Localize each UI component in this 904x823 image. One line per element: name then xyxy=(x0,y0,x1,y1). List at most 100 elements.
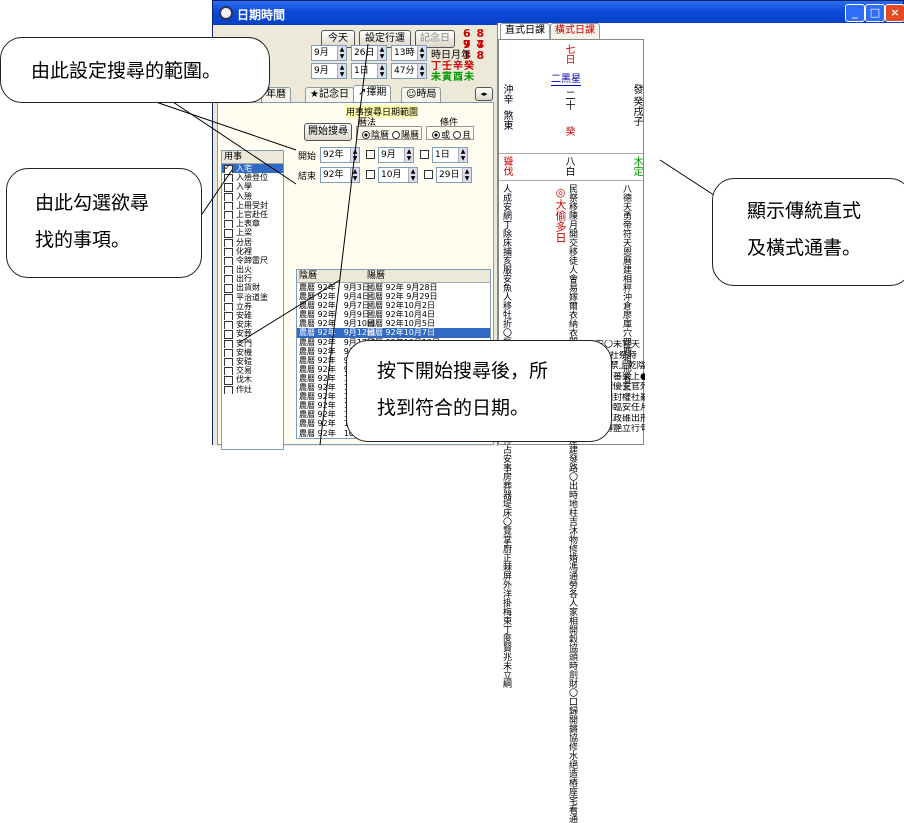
solar-radio[interactable] xyxy=(392,131,401,139)
almanac-fa: 發 xyxy=(631,84,642,94)
event-item[interactable]: 安磑 xyxy=(222,357,283,367)
event-item[interactable]: 平治道塗 xyxy=(222,293,283,302)
event-item[interactable]: 上梁 xyxy=(222,228,283,238)
start-day-spinner[interactable]: 1日 ▲ ▼ xyxy=(432,147,468,163)
event-item[interactable]: 安碓 xyxy=(222,311,283,321)
lunar-day-spinner[interactable]: 1日 ▲ ▼ xyxy=(351,63,387,79)
callout-events: 由此勾選欲尋 找的事項。 xyxy=(6,168,202,278)
minimize-button[interactable]: _ xyxy=(845,4,865,22)
event-item[interactable]: 上冊受封 xyxy=(222,201,283,210)
result-row[interactable]: 農曆 92年 9月3日 國曆 92年 9月28日 xyxy=(297,283,490,292)
result-lunar-date: 農曆 92年 9月12日 xyxy=(299,328,375,338)
end-day-checkbox[interactable] xyxy=(424,170,433,179)
event-item[interactable]: 交易 xyxy=(222,366,283,376)
tab-memo-day[interactable]: ★記念日 xyxy=(305,87,354,103)
end-month-checkbox[interactable] xyxy=(366,170,375,179)
search-range-heading: 用事搜尋日期範圍 xyxy=(346,105,419,118)
end-day-spinner[interactable]: 29日 ▲ ▼ xyxy=(436,167,472,183)
event-item[interactable]: 出火 xyxy=(222,265,283,275)
result-solar-date: 國曆 92年10月7日 xyxy=(367,328,435,338)
event-list-header: 用事 xyxy=(222,151,283,164)
or-radio[interactable] xyxy=(432,131,440,139)
tab-scroll-arrows[interactable]: ◂▸ xyxy=(475,87,493,101)
condition-group: 或且 xyxy=(426,126,475,141)
end-year-spinner[interactable]: 92年 ▲ ▼ xyxy=(320,167,360,183)
ganzhi-stems: 丁壬辛癸 xyxy=(431,61,475,72)
callout-results: 按下開始搜尋後，所 找到符合的日期。 xyxy=(346,340,612,442)
result-lunar-date: 農曆 92年 9月4日 xyxy=(299,292,370,302)
maximize-button[interactable]: □ xyxy=(865,4,885,22)
end-month-spinner[interactable]: 10月 ▲ ▼ xyxy=(378,167,418,183)
almanac-column-2: ◎大偷多日 xyxy=(554,186,567,243)
start-year-spinner[interactable]: 92年 ▲ ▼ xyxy=(320,147,360,163)
event-item[interactable]: 化裡 xyxy=(222,247,283,256)
lunar-minute-spinner[interactable]: 47分 ▲ ▼ xyxy=(391,63,427,79)
almanac-column-4: 八德天勇帝符天恩曆建相秤沖倉廖庫穴四鹿祖邢容三 xyxy=(621,184,631,391)
callout-range: 由此設定搜尋的範圍。 xyxy=(0,37,270,103)
event-item[interactable]: 入殮登位 xyxy=(222,173,283,183)
event-item[interactable]: 上表章 xyxy=(222,219,283,229)
event-item[interactable]: 出貨財 xyxy=(222,283,283,293)
almanac-row2-mid: 八白 xyxy=(563,156,574,176)
almanac-column-1: 人成安網丁除床捕亥服安魚人移牡折〇柩造御觚破藏起神上造基神占安事房葬器堤床〇覽掌… xyxy=(501,184,511,688)
result-lunar-date: 農曆 92年 9月9日 xyxy=(299,310,370,320)
event-item[interactable]: 入宅 xyxy=(222,164,283,174)
tab-date-selection[interactable]: ↗擇期 xyxy=(353,85,392,103)
result-row[interactable]: 農曆 92年 9月9日 國曆 92年10月4日 xyxy=(297,310,490,319)
result-solar-date: 國曆 92年 9月29日 xyxy=(367,292,438,302)
almanac-divider-2 xyxy=(499,180,643,181)
result-row[interactable]: 農曆 92年 9月4日 國曆 92年 9月29日 xyxy=(297,292,490,301)
almanac-star: 二黑星 xyxy=(551,70,581,86)
callout-almanac: 顯示傳統直式 及橫式通書。 xyxy=(712,178,904,286)
almanac-row2-right: 木定 xyxy=(631,156,642,176)
event-item[interactable]: 入學 xyxy=(222,182,283,192)
lunar-radio[interactable] xyxy=(362,131,370,139)
almanac-divider xyxy=(499,153,643,154)
title-bar[interactable]: 日期時間 _ □ × xyxy=(213,1,904,25)
solar-day-spinner[interactable]: 26日 ▲ ▼ xyxy=(351,45,387,61)
solar-month-spinner[interactable]: 9月 ▲ ▼ xyxy=(311,45,347,61)
start-day-checkbox[interactable] xyxy=(420,150,429,159)
event-item[interactable]: 安機 xyxy=(222,348,283,357)
start-search-button[interactable]: 開始搜尋 xyxy=(304,123,352,141)
event-item[interactable]: 伐木 xyxy=(222,375,283,385)
event-item[interactable]: 令蹄雷尺 xyxy=(222,256,283,266)
close-button[interactable]: × xyxy=(885,4,904,22)
window-title: 日期時間 xyxy=(237,8,286,22)
event-item[interactable]: 出行 xyxy=(222,274,283,284)
event-item[interactable]: 安床 xyxy=(222,320,283,330)
result-row[interactable]: 農曆 92年 9月7日 國曆 92年10月2日 xyxy=(297,301,490,310)
almanac-column-3: 民祭移陳月開交移徒人會易嫁爾衣納衣閣屋合修財會水倉經祿龍屋建發路〇出時地柱吉沐物… xyxy=(567,184,577,823)
time-labels: 時日月年 xyxy=(431,50,471,61)
almanac-day: 七日 xyxy=(563,44,574,64)
ganzhi-branches: 未寅酉未 xyxy=(431,72,475,83)
result-solar-date: 國曆 92年10月4日 xyxy=(367,310,435,320)
almanac-clash: 沖辛 xyxy=(501,84,512,104)
almanac-mid-red: 癸 xyxy=(563,126,574,136)
event-item[interactable]: 上官赴任 xyxy=(222,210,283,220)
event-item[interactable]: 安葬 xyxy=(222,329,283,339)
start-month-spinner[interactable]: 9月 ▲ ▼ xyxy=(378,147,414,163)
result-lunar-date: 農曆 92年 9月7日 xyxy=(299,301,370,311)
almanac-row2-left: 聳伐 xyxy=(501,156,512,176)
result-solar-date: 國曆 92年 9月28日 xyxy=(367,283,438,292)
tab-time-layout[interactable]: ☺時局 xyxy=(401,87,442,103)
almanac-pillars: 癸戌子 xyxy=(631,96,642,126)
lunar-month-spinner[interactable]: 9月 ▲ ▼ xyxy=(311,63,347,79)
event-item[interactable]: 分居 xyxy=(222,238,283,247)
tab-horizontal-almanac[interactable]: 橫式日課 xyxy=(550,23,600,39)
event-list[interactable]: 用事 入宅入殮登位入學入殮上冊受封上官赴任上表章上梁分居化裡令蹄雷尺出火出行出貨… xyxy=(221,150,284,450)
and-radio[interactable] xyxy=(453,131,462,139)
result-row[interactable]: 農曆 92年 9月12日 國曆 92年10月7日 xyxy=(297,328,490,338)
result-solar-date: 國曆 92年10月2日 xyxy=(367,301,435,311)
start-month-checkbox[interactable] xyxy=(366,150,375,159)
solar-hour-spinner[interactable]: 13時 ▲ ▼ xyxy=(391,45,427,61)
event-item[interactable]: 入殮 xyxy=(222,192,283,201)
result-lunar-date: 農曆 92年 9月3日 xyxy=(299,283,370,292)
start-label: 開始 xyxy=(298,152,317,162)
event-item[interactable]: 立券 xyxy=(222,302,283,311)
tab-vertical-almanac[interactable]: 直式日課 xyxy=(500,23,550,39)
almanac-mid: 二十 xyxy=(563,90,574,110)
event-item[interactable]: 作灶 xyxy=(222,385,283,394)
event-item[interactable]: 安門 xyxy=(222,339,283,348)
